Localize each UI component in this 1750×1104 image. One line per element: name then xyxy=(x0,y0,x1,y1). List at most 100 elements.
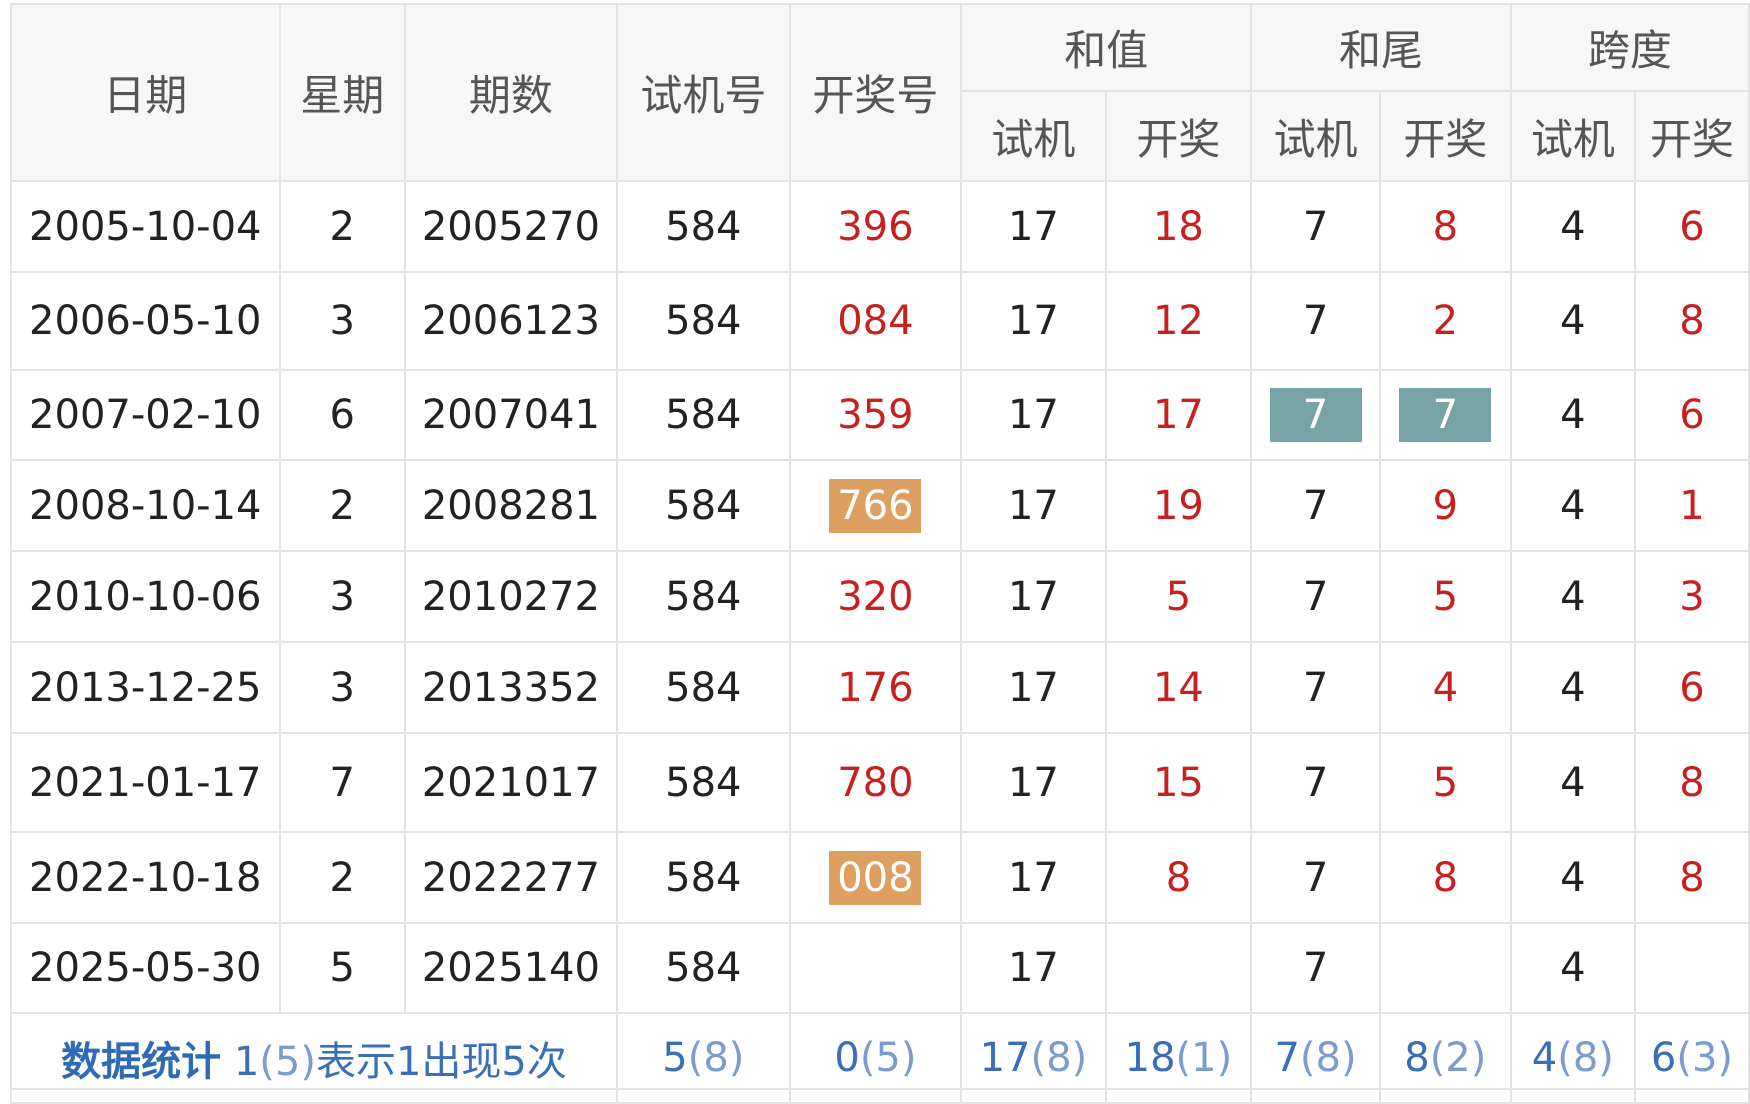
cell-span-trial: 4 xyxy=(1509,831,1636,924)
cell-tail-trial: 7 xyxy=(1250,641,1381,734)
cell-draw: 396 xyxy=(788,180,963,273)
stats-title: 数据统计 xyxy=(61,1039,222,1085)
cell-tail-draw xyxy=(1378,922,1512,1014)
header-weekday: 星期 xyxy=(278,3,406,182)
cell-span-draw: 8 xyxy=(1633,732,1750,833)
cell-draw xyxy=(788,922,963,1014)
table-row: 2025-05-30 5 2025140 584 17 7 4 xyxy=(10,922,1750,1014)
cell-sum-draw: 8 xyxy=(1104,831,1253,924)
cell-date: 2013-12-25 xyxy=(10,641,281,734)
cell-sum-trial: 17 xyxy=(960,369,1107,461)
stats-count: (8) xyxy=(1030,1035,1088,1081)
cell-sum-draw: 17 xyxy=(1104,369,1253,461)
cell-tail-trial: 7 xyxy=(1250,459,1381,552)
cell-issue: 2013352 xyxy=(403,641,619,734)
lottery-history-table: 日期 星期 期数 试机号 开奖号 和值 和尾 跨度 试机 开奖 试机 开奖 试机… xyxy=(10,3,1750,1104)
table-bottom-divider xyxy=(10,1088,1750,1090)
cell-date: 2010-10-06 xyxy=(10,550,281,643)
cell-span-trial: 4 xyxy=(1509,369,1636,461)
cell-tail-trial: 7 xyxy=(1250,831,1381,924)
cell-draw: 320 xyxy=(788,550,963,643)
stats-count: (3) xyxy=(1676,1035,1734,1081)
cell-date: 2005-10-04 xyxy=(10,180,281,273)
cell-issue: 2010272 xyxy=(403,550,619,643)
cell-span-trial: 4 xyxy=(1509,180,1636,273)
cell-trial: 584 xyxy=(616,641,791,734)
stats-note-value: 1 xyxy=(233,1039,260,1085)
cell-weekday: 3 xyxy=(278,641,406,734)
header-tail-draw: 开奖 xyxy=(1378,90,1512,182)
match-highlight: 7 xyxy=(1399,388,1492,442)
cell-issue: 2022277 xyxy=(403,831,619,924)
table-row: 2021-01-17 7 2021017 584 780 17 15 7 5 4… xyxy=(10,732,1750,833)
header-date: 日期 xyxy=(10,3,281,182)
cell-sum-trial: 17 xyxy=(960,831,1107,924)
table-row: 2010-10-06 3 2010272 584 320 17 5 7 5 4 … xyxy=(10,550,1750,643)
cell-trial: 584 xyxy=(616,180,791,273)
cell-span-trial: 4 xyxy=(1509,550,1636,643)
cell-span-trial: 4 xyxy=(1509,459,1636,552)
cell-span-draw: 8 xyxy=(1633,271,1750,371)
cell-sum-trial: 17 xyxy=(960,180,1107,273)
cell-sum-draw: 12 xyxy=(1104,271,1253,371)
table-row: 2005-10-04 2 2005270 584 396 17 18 7 8 4… xyxy=(10,180,1750,273)
cell-tail-trial: 7 xyxy=(1250,180,1381,273)
pattern-highlight: 766 xyxy=(829,478,922,533)
cell-date: 2008-10-14 xyxy=(10,459,281,552)
cell-sum-draw: 15 xyxy=(1104,732,1253,833)
stats-count: (5) xyxy=(859,1035,917,1081)
cell-trial: 584 xyxy=(616,369,791,461)
cell-sum-trial: 17 xyxy=(960,641,1107,734)
cell-sum-trial: 17 xyxy=(960,459,1107,552)
cell-span-draw: 6 xyxy=(1633,641,1750,734)
cell-weekday: 2 xyxy=(278,180,406,273)
cell-weekday: 3 xyxy=(278,550,406,643)
cell-weekday: 6 xyxy=(278,369,406,461)
cell-date: 2022-10-18 xyxy=(10,831,281,924)
cell-sum-trial: 17 xyxy=(960,922,1107,1014)
cell-span-trial: 4 xyxy=(1509,732,1636,833)
stats-note-text: 表示1出现5次 xyxy=(315,1039,567,1085)
header-span-group: 跨度 xyxy=(1509,3,1750,92)
cell-span-draw: 6 xyxy=(1633,369,1750,461)
stats-count: (8) xyxy=(687,1035,745,1081)
header-sum-group: 和值 xyxy=(960,3,1253,92)
cell-sum-draw: 14 xyxy=(1104,641,1253,734)
cell-tail-draw: 4 xyxy=(1378,641,1512,734)
cell-tail-trial: 7 xyxy=(1250,732,1381,833)
pattern-highlight: 008 xyxy=(829,850,922,905)
cell-trial: 584 xyxy=(616,732,791,833)
cell-weekday: 2 xyxy=(278,831,406,924)
cell-trial: 584 xyxy=(616,922,791,1014)
cell-sum-trial: 17 xyxy=(960,732,1107,833)
table-row: 2007-02-10 6 2007041 584 359 17 17 7 7 4… xyxy=(10,369,1750,461)
cell-trial: 584 xyxy=(616,271,791,371)
cell-weekday: 2 xyxy=(278,459,406,552)
stats-value: 8 xyxy=(1404,1035,1430,1081)
table-body: 2005-10-04 2 2005270 584 396 17 18 7 8 4… xyxy=(10,180,1750,1104)
cell-span-trial: 4 xyxy=(1509,641,1636,734)
header-tail-group: 和尾 xyxy=(1250,3,1512,92)
cell-draw: 766 xyxy=(788,459,963,552)
cell-tail-draw: 5 xyxy=(1378,732,1512,833)
stats-value: 6 xyxy=(1650,1035,1677,1081)
cell-span-trial: 4 xyxy=(1509,271,1636,371)
cell-trial: 584 xyxy=(616,831,791,924)
cell-draw: 084 xyxy=(788,271,963,371)
cell-span-draw: 6 xyxy=(1633,180,1750,273)
cell-sum-trial: 17 xyxy=(960,271,1107,371)
header-issue: 期数 xyxy=(403,3,619,182)
stats-value: 18 xyxy=(1124,1035,1176,1081)
cell-draw: 359 xyxy=(788,369,963,461)
cell-issue: 2005270 xyxy=(403,180,619,273)
header-span-trial: 试机 xyxy=(1509,90,1636,182)
header-trial-number: 试机号 xyxy=(616,3,791,182)
cell-tail-draw: 8 xyxy=(1378,180,1512,273)
cell-draw: 780 xyxy=(788,732,963,833)
cell-tail-trial: 7 xyxy=(1250,922,1381,1014)
cell-sum-trial: 17 xyxy=(960,550,1107,643)
header-sum-trial: 试机 xyxy=(960,90,1107,182)
table-row: 2022-10-18 2 2022277 584 008 17 8 7 8 4 … xyxy=(10,831,1750,924)
cell-issue: 2021017 xyxy=(403,732,619,833)
header-sum-draw: 开奖 xyxy=(1104,90,1253,182)
